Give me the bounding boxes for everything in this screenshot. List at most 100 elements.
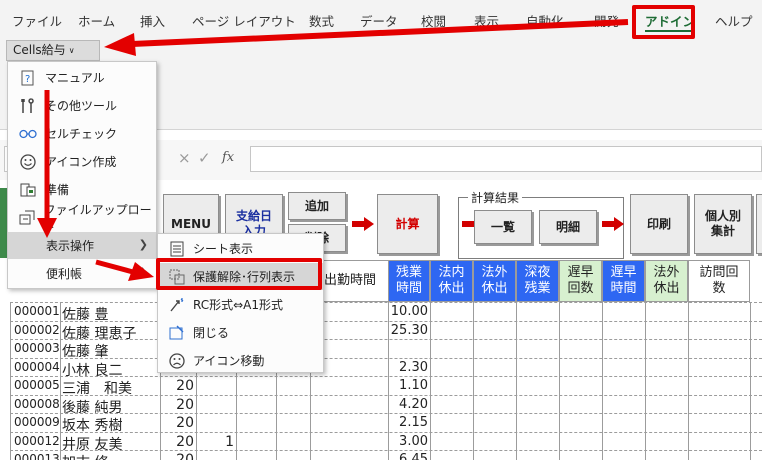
- tab-11[interactable]: ヘルプ: [715, 12, 753, 32]
- tab-0[interactable]: ファイル: [12, 12, 62, 32]
- grid-column-line: [559, 302, 560, 460]
- highlight-addin-tab: [632, 5, 695, 39]
- grid-column-line: [688, 302, 689, 460]
- row-overtime[interactable]: 4.20: [388, 397, 428, 412]
- row-overtime[interactable]: 1.10: [388, 378, 428, 393]
- individual-summary-button[interactable]: 個人別 集計: [694, 194, 752, 254]
- fx-icon[interactable]: fx: [222, 150, 234, 165]
- next-button[interactable]: [756, 194, 762, 254]
- cells-kyuyo-button[interactable]: Cells給与 ∨: [6, 40, 100, 61]
- list-button[interactable]: 一覧: [474, 210, 532, 244]
- tab-2[interactable]: 挿入: [140, 12, 165, 32]
- menu-item-label: 準備: [45, 183, 70, 197]
- tab-9[interactable]: 開発: [594, 12, 619, 32]
- submenu-item-label: RC形式⇔A1形式: [193, 298, 284, 312]
- display-operations-submenu: シート表示 保護解除･行列表示 RC形式⇔A1形式 閉じる アイコン移動: [157, 233, 324, 373]
- tab-8[interactable]: 自動化: [526, 12, 564, 32]
- row-name[interactable]: 加古 修: [62, 452, 108, 460]
- table-row: [10, 302, 762, 303]
- row-id[interactable]: 000001: [14, 304, 60, 318]
- red-arrow-icon: [352, 217, 374, 231]
- menu-item-display-operations[interactable]: 表示操作 ❯: [8, 232, 156, 259]
- cells-kyuyo-label: Cells給与: [13, 43, 66, 57]
- submenu-item-close[interactable]: 閉じる: [158, 319, 323, 346]
- table-row: [10, 431, 762, 433]
- tab-3[interactable]: ページ レイアウト: [192, 12, 296, 32]
- cancel-icon[interactable]: ×: [178, 149, 191, 167]
- tab-1[interactable]: ホーム: [78, 12, 115, 32]
- row-id[interactable]: 000003: [14, 341, 60, 355]
- row-id[interactable]: 000012: [14, 434, 60, 448]
- menu-button-label: MENU: [171, 216, 211, 231]
- row-days[interactable]: 20: [160, 452, 194, 460]
- row-x[interactable]: 1: [200, 434, 234, 450]
- grid-column-line: [602, 302, 603, 460]
- grid-column-line: [10, 302, 11, 460]
- formula-input[interactable]: [250, 146, 762, 172]
- row-id[interactable]: 000009: [14, 415, 60, 429]
- detail-button-label: 明細: [555, 219, 580, 234]
- svg-text:?: ?: [25, 74, 30, 85]
- row-overtime[interactable]: 2.30: [388, 360, 428, 375]
- sad-face-icon: [167, 351, 187, 371]
- submenu-item-icon-move[interactable]: アイコン移動: [158, 347, 323, 374]
- menu-item-manual[interactable]: ? マニュアル: [8, 64, 156, 91]
- menu-item-cell-check[interactable]: セルチェック: [8, 120, 156, 147]
- chevron-down-icon: ∨: [68, 46, 75, 55]
- header-late-time: 遅早 時間: [602, 260, 645, 302]
- sheet-icon: [167, 239, 187, 259]
- convert-icon: [167, 295, 187, 315]
- row-overtime[interactable]: 25.30: [388, 323, 428, 338]
- submenu-item-rc-a1[interactable]: RC形式⇔A1形式: [158, 291, 323, 318]
- row-overtime[interactable]: 6.45: [388, 452, 428, 460]
- menu-item-handbook[interactable]: 便利帳 ❯: [8, 260, 156, 287]
- menu-item-other-tools[interactable]: その他ツール: [8, 92, 156, 119]
- add-button-label: 追加: [304, 198, 329, 213]
- close-icon: [167, 323, 187, 343]
- row-id[interactable]: 000008: [14, 397, 60, 411]
- manual-icon: ?: [17, 67, 39, 89]
- table-row: [10, 413, 762, 414]
- row-id[interactable]: 000004: [14, 360, 60, 374]
- row-days[interactable]: 20: [160, 434, 194, 450]
- row-id[interactable]: 000005: [14, 378, 60, 392]
- row-overtime[interactable]: 2.15: [388, 415, 428, 430]
- row-days[interactable]: 20: [160, 378, 194, 394]
- header-legal-holiday: 法内 休出: [430, 260, 473, 302]
- add-button[interactable]: 追加: [288, 192, 346, 220]
- header-extra-holiday2: 法外 休出: [645, 260, 688, 302]
- menu-item-label: セルチェック: [45, 127, 118, 141]
- header-overtime: 残業 時間: [388, 260, 430, 302]
- red-arrow-icon: [602, 217, 624, 231]
- row-overtime[interactable]: 10.00: [388, 304, 428, 319]
- row-days[interactable]: 20: [160, 397, 194, 413]
- detail-button[interactable]: 明細: [539, 210, 597, 244]
- table-row: [10, 320, 762, 322]
- menu-item-prepare[interactable]: 準備: [8, 176, 156, 203]
- tab-4[interactable]: 数式: [309, 12, 334, 32]
- tools-icon: [17, 95, 39, 117]
- row-id[interactable]: 000013: [14, 452, 60, 460]
- tab-7[interactable]: 表示: [474, 12, 499, 32]
- grid-column-line: [750, 302, 751, 460]
- row-days[interactable]: 20: [160, 415, 194, 431]
- calc-button[interactable]: 計算: [377, 194, 438, 254]
- table-row: [10, 339, 762, 340]
- chevron-right-icon: ❯: [138, 238, 148, 251]
- row-id[interactable]: 000002: [14, 323, 60, 337]
- glasses-icon: [17, 123, 39, 145]
- table-row: [10, 376, 762, 377]
- highlight-unprotect-item: [156, 258, 322, 290]
- menu-item-file-upload[interactable]: ファイルアップロード: [8, 203, 156, 234]
- header-visit-count: 訪問回 数: [688, 260, 750, 302]
- row-overtime[interactable]: 3.00: [388, 434, 428, 449]
- submenu-item-label: アイコン移動: [193, 354, 265, 368]
- print-button[interactable]: 印刷: [630, 194, 688, 254]
- submenu-item-label: シート表示: [193, 242, 254, 256]
- individual-label-line2: 集計: [710, 224, 735, 238]
- tab-6[interactable]: 校閲: [421, 12, 446, 32]
- menu-item-label: アイコン作成: [45, 155, 117, 169]
- tab-5[interactable]: データ: [360, 12, 398, 32]
- enter-icon[interactable]: ✓: [198, 149, 211, 167]
- menu-item-icon-create[interactable]: アイコン作成: [8, 148, 156, 175]
